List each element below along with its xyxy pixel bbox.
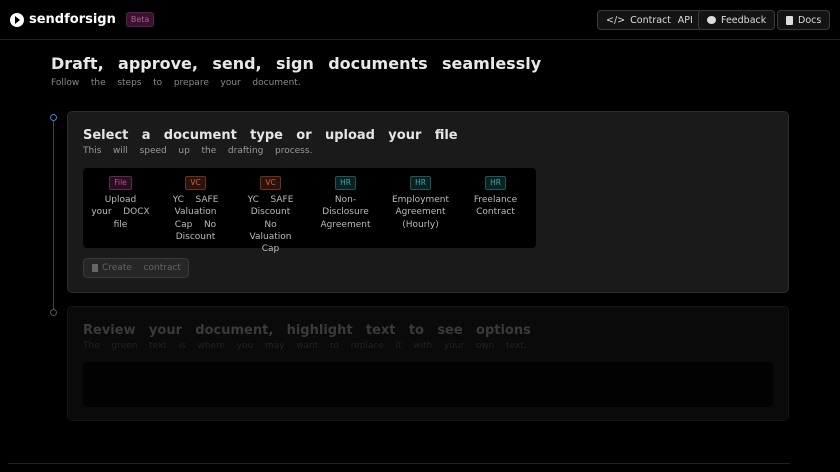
template-label: YC SAFE Valuation Cap No Discount (172, 195, 219, 242)
template-tag: HR (485, 176, 506, 190)
file-icon (92, 264, 98, 272)
template-label: Employment Agreement (Hourly) (391, 195, 450, 230)
template-tag: HR (410, 176, 431, 190)
beta-badge: Beta (125, 12, 155, 27)
template-list: File Upload your DOCX file VC YC SAFE Valua… (83, 168, 536, 254)
template-option[interactable]: VC YC SAFE Discount No Valuation Cap (233, 176, 308, 254)
contract-api-button[interactable]: </> Contract API (597, 10, 702, 30)
book-icon (786, 15, 793, 25)
template-tag: HR (335, 176, 356, 190)
template-label: Freelance Contract (473, 195, 518, 218)
logo-icon (10, 12, 24, 27)
template-tag: VC (260, 176, 281, 190)
feedback-button[interactable]: Feedback (698, 10, 776, 30)
template-label: YC SAFE Discount No Valuation Cap (247, 195, 294, 255)
document-editor[interactable] (83, 362, 773, 407)
top-bar: sendforsign Beta </> Contract API Feedbac… (0, 0, 840, 40)
chat-icon (707, 16, 716, 24)
step2-card: Review your document, highlight text to … (67, 306, 789, 421)
template-tag: VC (185, 176, 206, 190)
step2-title: Review your document, highlight text to … (83, 323, 531, 338)
step1-card: Select a document type or upload your fi… (67, 111, 789, 293)
divider (8, 463, 790, 464)
button-label: Create contract (102, 263, 181, 273)
brand-name: sendforsign (29, 12, 116, 27)
template-option[interactable]: VC YC SAFE Valuation Cap No Discount (158, 176, 233, 248)
button-label: Feedback (721, 14, 767, 26)
button-label: Contract API (630, 14, 693, 26)
template-option[interactable]: File Upload your DOCX file (83, 176, 158, 248)
brand-logo[interactable]: sendforsign Beta (10, 12, 155, 27)
template-tag: File (109, 176, 132, 190)
step2-dot (50, 309, 57, 316)
page-title: Draft, approve, send, sign documents sea… (51, 54, 542, 73)
template-option[interactable]: HR Employment Agreement (Hourly) (383, 176, 458, 248)
template-option[interactable]: HR Freelance Contract (458, 176, 533, 248)
code-icon: </> (606, 14, 626, 26)
template-option[interactable]: HR Non-Disclosure Agreement (308, 176, 383, 248)
step2-subtitle: The green text is where you may want to … (83, 341, 527, 351)
docs-button[interactable]: Docs (777, 10, 831, 30)
template-label: Non-Disclosure Agreement (320, 195, 371, 230)
step1-title: Select a document type or upload your fi… (83, 128, 458, 143)
page-subtitle: Follow the steps to prepare your documen… (51, 78, 301, 88)
timeline-line (53, 121, 54, 310)
create-contract-button[interactable]: Create contract (83, 258, 189, 278)
button-label: Docs (798, 14, 822, 26)
template-label: Upload your DOCX file (91, 195, 150, 230)
step1-dot (50, 114, 57, 121)
step1-subtitle: This will speed up the drafting process. (83, 146, 313, 156)
